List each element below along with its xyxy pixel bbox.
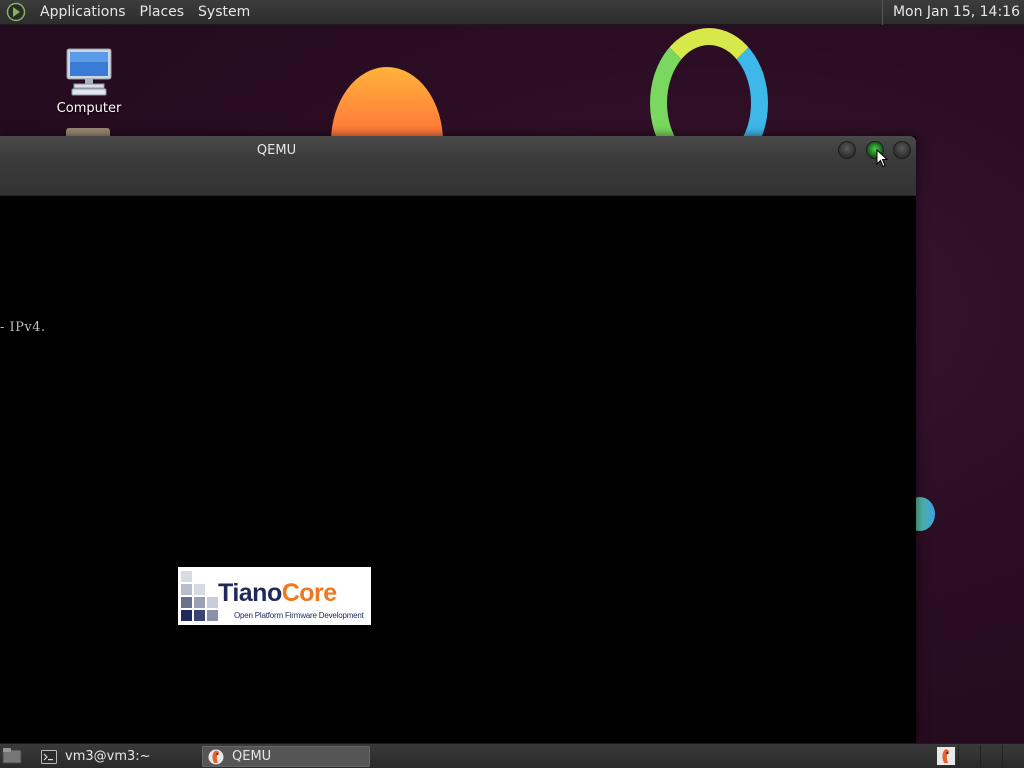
window-titlebar[interactable]: QEMU bbox=[0, 136, 916, 196]
qemu-tray-icon[interactable] bbox=[937, 747, 955, 765]
minimize-button[interactable] bbox=[838, 141, 856, 159]
tianocore-tagline: Open Platform Firmware Development bbox=[234, 611, 364, 620]
console-text: - IPv4. bbox=[0, 320, 46, 335]
tianocore-name-part2: Core bbox=[281, 579, 337, 607]
mouse-cursor-icon bbox=[876, 149, 888, 168]
taskbar-item-label: QEMU bbox=[232, 749, 272, 764]
qemu-icon bbox=[208, 749, 224, 764]
menu-places[interactable]: Places bbox=[133, 0, 192, 25]
mate-logo-icon[interactable] bbox=[5, 1, 27, 23]
clock[interactable]: Mon Jan 15, 14:16 bbox=[881, 0, 1024, 25]
tianocore-name-part1: Tiano bbox=[218, 579, 282, 607]
taskbar-item-qemu[interactable]: QEMU bbox=[202, 746, 370, 767]
bottom-panel: vm3@vm3:~ QEMU bbox=[0, 743, 1024, 768]
taskbar-item-terminal[interactable]: vm3@vm3:~ bbox=[36, 746, 200, 767]
menu-applications[interactable]: Applications bbox=[33, 0, 133, 25]
workspace-switcher-3[interactable] bbox=[1002, 745, 1024, 767]
tianocore-logo: TianoCore Open Platform Firmware Develop… bbox=[178, 567, 371, 625]
tianocore-wordmark: TianoCore bbox=[218, 579, 337, 608]
desktop-icon-label: Computer bbox=[56, 101, 122, 116]
computer-icon bbox=[66, 48, 112, 96]
menu-system[interactable]: System bbox=[191, 0, 257, 25]
terminal-icon bbox=[41, 749, 57, 764]
desktop-icon-computer[interactable]: Computer bbox=[52, 47, 126, 116]
close-button[interactable] bbox=[893, 141, 911, 159]
window-title: QEMU bbox=[256, 143, 297, 158]
show-desktop-icon[interactable] bbox=[2, 747, 22, 765]
workspace-switcher-1[interactable] bbox=[958, 745, 980, 767]
vm-display[interactable]: - IPv4. TianoCore Open Platform Firmware… bbox=[0, 196, 916, 743]
taskbar-item-label: vm3@vm3:~ bbox=[65, 749, 151, 764]
workspace-switcher-2[interactable] bbox=[980, 745, 1002, 767]
tianocore-grid-icon bbox=[181, 571, 218, 621]
qemu-window: QEMU - IPv4. TianoCore Open Platform Fir… bbox=[0, 136, 916, 743]
top-panel: Applications Places System Mon Jan 15, 1… bbox=[0, 0, 1024, 25]
